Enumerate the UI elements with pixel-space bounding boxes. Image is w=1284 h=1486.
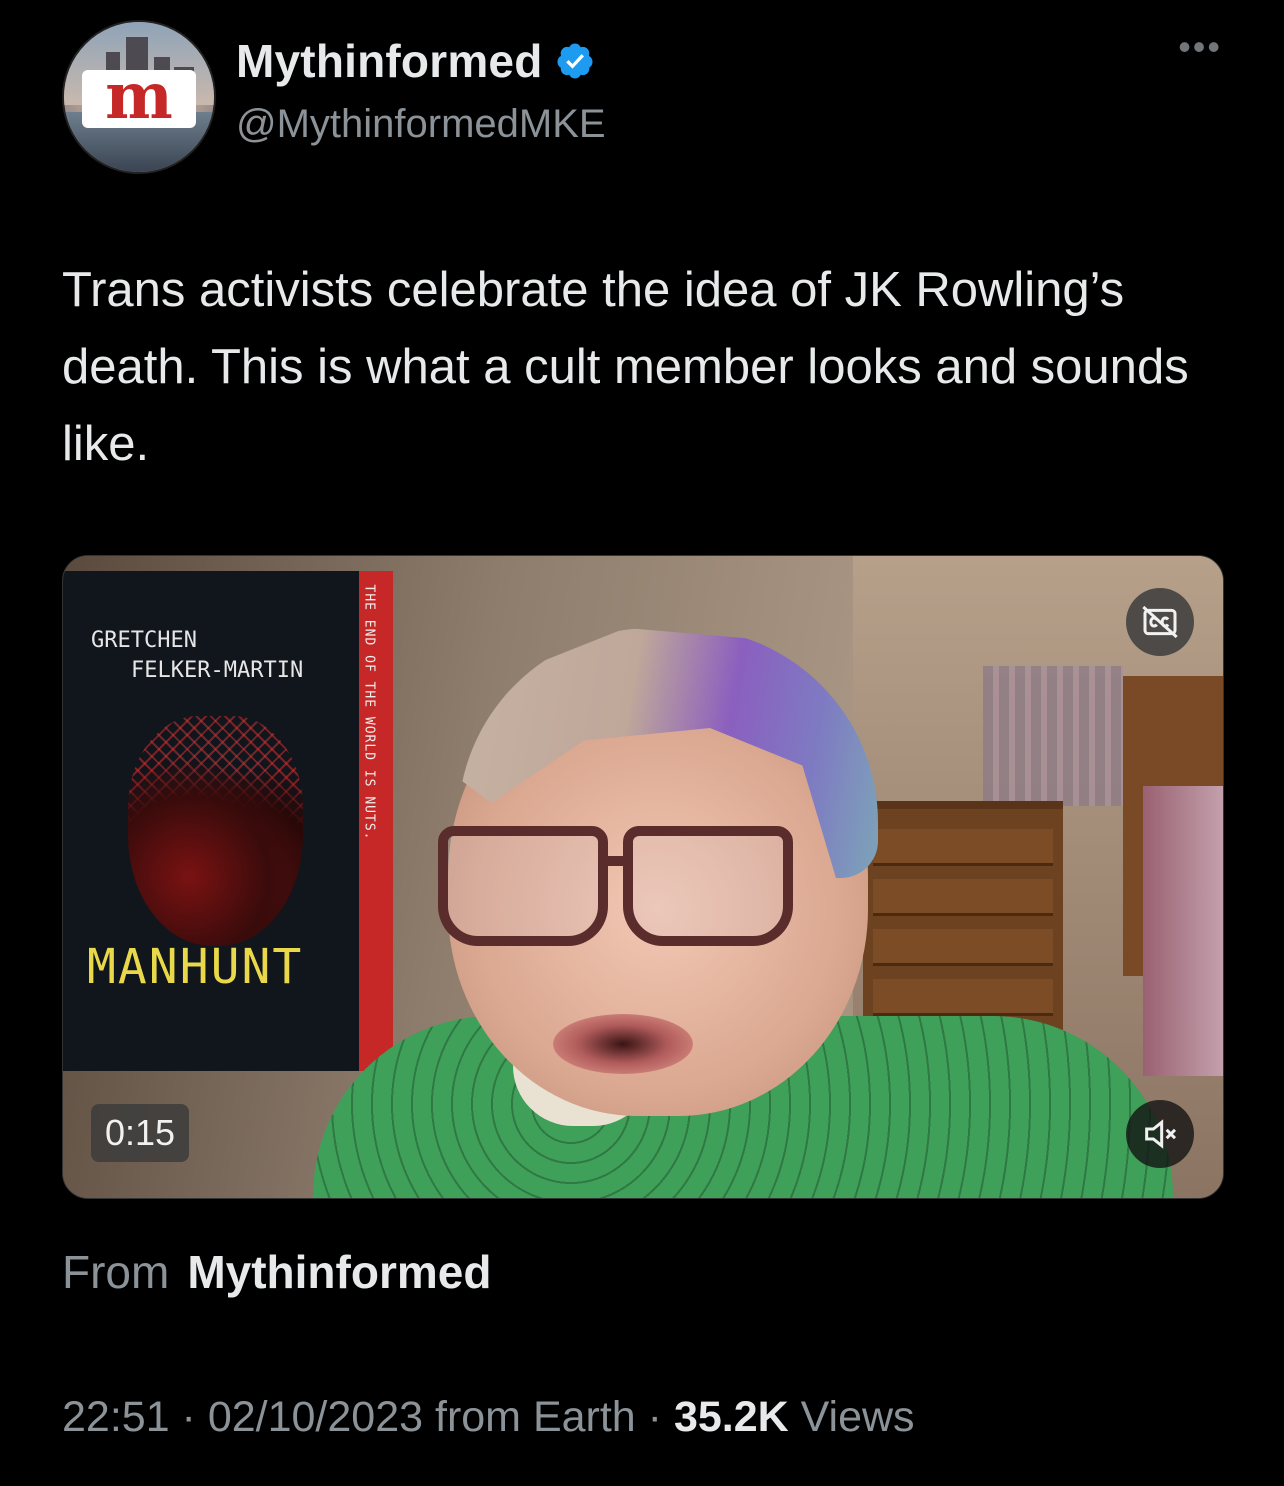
avatar-logo: m [82,65,196,129]
avatar[interactable]: m [62,20,216,174]
closed-captions-off-icon[interactable] [1126,588,1194,656]
mouth [553,1014,693,1074]
post-metadata: 22:51 · 02/10/2023 from Earth · 35.2K Vi… [62,1393,915,1441]
post-location: from Earth [423,1393,636,1441]
post-time[interactable]: 22:51 [62,1393,170,1441]
book-illustration [128,716,303,946]
source-label: From [62,1246,170,1298]
book-cover: GRETCHEN FELKER-MARTIN MANHUNT THE END O… [63,571,393,1071]
more-options-icon[interactable]: ••• [1178,26,1222,68]
glasses [438,826,793,946]
name-row: Mythinformed [236,34,595,88]
views-label: Views [788,1393,915,1441]
source-name[interactable]: Mythinformed [187,1246,491,1298]
verified-badge-icon [556,43,592,79]
display-name[interactable]: Mythinformed [236,34,543,88]
video-source: From Mythinformed [62,1245,491,1299]
post-text: Trans activists celebrate the idea of JK… [62,263,1189,471]
video-player[interactable]: GRETCHEN FELKER-MARTIN MANHUNT THE END O… [62,555,1224,1199]
post-date[interactable]: 02/10/2023 [208,1393,423,1441]
views-count[interactable]: 35.2K [674,1393,789,1441]
figurine-shelf [983,666,1123,806]
user-handle[interactable]: @MythinformedMKE [236,102,606,147]
post-header: m Mythinformed @MythinformedMKE ••• [62,20,1222,180]
book-author: GRETCHEN FELKER-MARTIN [91,628,304,683]
volume-muted-icon[interactable] [1126,1100,1194,1168]
book-title: MANHUNT [87,939,304,995]
book-spine-text: THE END OF THE WORLD IS NUTS. [361,584,377,841]
video-duration: 0:15 [91,1104,190,1162]
